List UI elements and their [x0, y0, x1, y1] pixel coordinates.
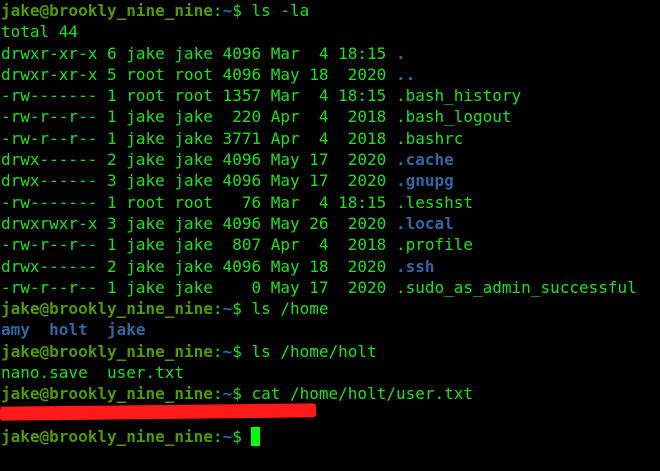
listing-meta: -rw------- 1 root root 1357 Mar 4 18:15 [1, 86, 396, 106]
prompt-colon: : [212, 1, 223, 20]
prompt-path: ~ [222, 1, 233, 20]
home-dir: amy [1, 320, 30, 340]
listing-row: -rw-r--r-- 1 jake jake 807 Apr 4 2018 .p… [1, 234, 660, 255]
listing-row: -rw-r--r-- 1 jake jake 3771 Apr 4 2018 .… [1, 128, 660, 149]
prompt-colon: : [212, 426, 223, 446]
listing-meta: drwx------ 2 jake jake 4096 May 18 2020 [1, 256, 396, 276]
total-line: total 44 [1, 21, 660, 42]
command-text: ls /home/holt [251, 341, 377, 361]
listing-meta: -rw------- 1 root root 76 Mar 4 18:15 [1, 192, 396, 212]
prompt-colon: : [212, 341, 223, 361]
prompt-line: jake@brookly_nine_nine:~$ ls /home/holt [1, 341, 660, 362]
prompt-symbol: $ [232, 341, 252, 361]
listing-meta: drwx------ 2 jake jake 4096 May 17 2020 [1, 150, 396, 170]
prompt-path: ~ [222, 426, 233, 446]
prompt-colon: : [212, 299, 223, 319]
listing-row: drwxr-xr-x 6 jake jake 4096 Mar 4 18:15 … [1, 43, 660, 64]
listing-name: .ssh [395, 256, 435, 276]
listing-name: .gnupg [395, 171, 454, 191]
prompt-line: jake@brookly_nine_nine:~$ ls -la [1, 0, 660, 21]
command-text: ls -la [251, 1, 310, 20]
prompt-user-host: jake@brookly_nine_nine [1, 384, 213, 404]
prompt-colon: : [212, 384, 223, 404]
listing-meta: -rw-r--r-- 1 jake jake 807 Apr 4 2018 [1, 235, 396, 255]
listing-name: .. [395, 64, 416, 84]
listing-meta: drwxrwxr-x 3 jake jake 4096 May 26 2020 [1, 213, 396, 233]
listing-name: .local [395, 213, 454, 233]
listing-row: drwxr-xr-x 5 root root 4096 May 18 2020 … [1, 64, 660, 85]
listing-row: -rw-r--r-- 1 jake jake 0 May 17 2020 .su… [1, 277, 660, 298]
home-listing: amy holt jake [1, 319, 660, 340]
listing-row: -rw------- 1 root root 76 Mar 4 18:15 .l… [1, 192, 660, 213]
prompt-user-host: jake@brookly_nine_nine [1, 341, 213, 361]
listing-meta: -rw-r--r-- 1 jake jake 3771 Apr 4 2018 [1, 128, 396, 148]
listing-row: drwx------ 2 jake jake 4096 May 18 2020 … [1, 256, 660, 277]
listing-row: drwx------ 3 jake jake 4096 May 17 2020 … [1, 170, 660, 191]
listing-meta: -rw-r--r-- 1 jake jake 220 Apr 4 2018 [1, 107, 396, 127]
listing-row: -rw-r--r-- 1 jake jake 220 Apr 4 2018 .b… [1, 106, 660, 127]
prompt-symbol: $ [232, 426, 252, 446]
listing-name: .profile [395, 235, 474, 255]
prompt-path: ~ [222, 341, 233, 361]
home-dir: jake [106, 320, 146, 340]
prompt-user-host: jake@brookly_nine_nine [1, 299, 213, 319]
home-dir: holt [49, 320, 88, 340]
listing-row: -rw------- 1 root root 1357 Mar 4 18:15 … [1, 85, 660, 106]
listing-name: .bash_history [395, 86, 522, 106]
listing-meta: -rw-r--r-- 1 jake jake 0 May 17 2020 [1, 277, 396, 297]
holt-listing: nano.save user.txt [1, 362, 660, 383]
command-text: ls /home [251, 299, 329, 319]
cursor [251, 426, 261, 446]
holt-file: user.txt [106, 363, 185, 383]
total-text: total 44 [1, 22, 79, 42]
listing-meta: drwxr-xr-x 6 jake jake 4096 Mar 4 18:15 [1, 43, 396, 63]
prompt-line: jake@brookly_nine_nine:~$ cat /home/holt… [1, 383, 660, 404]
listing-name: .lesshst [395, 192, 474, 212]
terminal[interactable]: jake@brookly_nine_nine:~$ ls -la total 44… [0, 0, 660, 447]
listing-meta: drwxr-xr-x 5 root root 4096 May 18 2020 [1, 64, 396, 84]
prompt-path: ~ [222, 299, 233, 319]
listing-name: . [395, 43, 406, 63]
listing-meta: drwx------ 3 jake jake 4096 May 17 2020 [1, 171, 396, 191]
prompt-line: jake@brookly_nine_nine:~$ [1, 426, 660, 447]
prompt-user-host: jake@brookly_nine_nine [1, 426, 213, 446]
prompt-symbol: $ [232, 384, 252, 404]
prompt-user-host: jake@brookly_nine_nine [1, 1, 213, 20]
listing-row: drwx------ 2 jake jake 4096 May 17 2020 … [1, 149, 660, 170]
listing-name: .cache [395, 150, 454, 170]
listing-row: drwxrwxr-x 3 jake jake 4096 May 26 2020 … [1, 213, 660, 234]
prompt-line: jake@brookly_nine_nine:~$ ls /home [1, 298, 660, 319]
prompt-symbol: $ [232, 1, 252, 20]
listing-name: .bash_logout [395, 107, 512, 127]
prompt-path: ~ [222, 384, 233, 404]
listing-name: .bashrc [395, 128, 464, 148]
command-text: cat /home/holt/user.txt [251, 384, 474, 404]
prompt-symbol: $ [232, 299, 252, 319]
holt-file: nano.save [1, 363, 88, 383]
listing-name: .sudo_as_admin_successful [395, 277, 637, 297]
